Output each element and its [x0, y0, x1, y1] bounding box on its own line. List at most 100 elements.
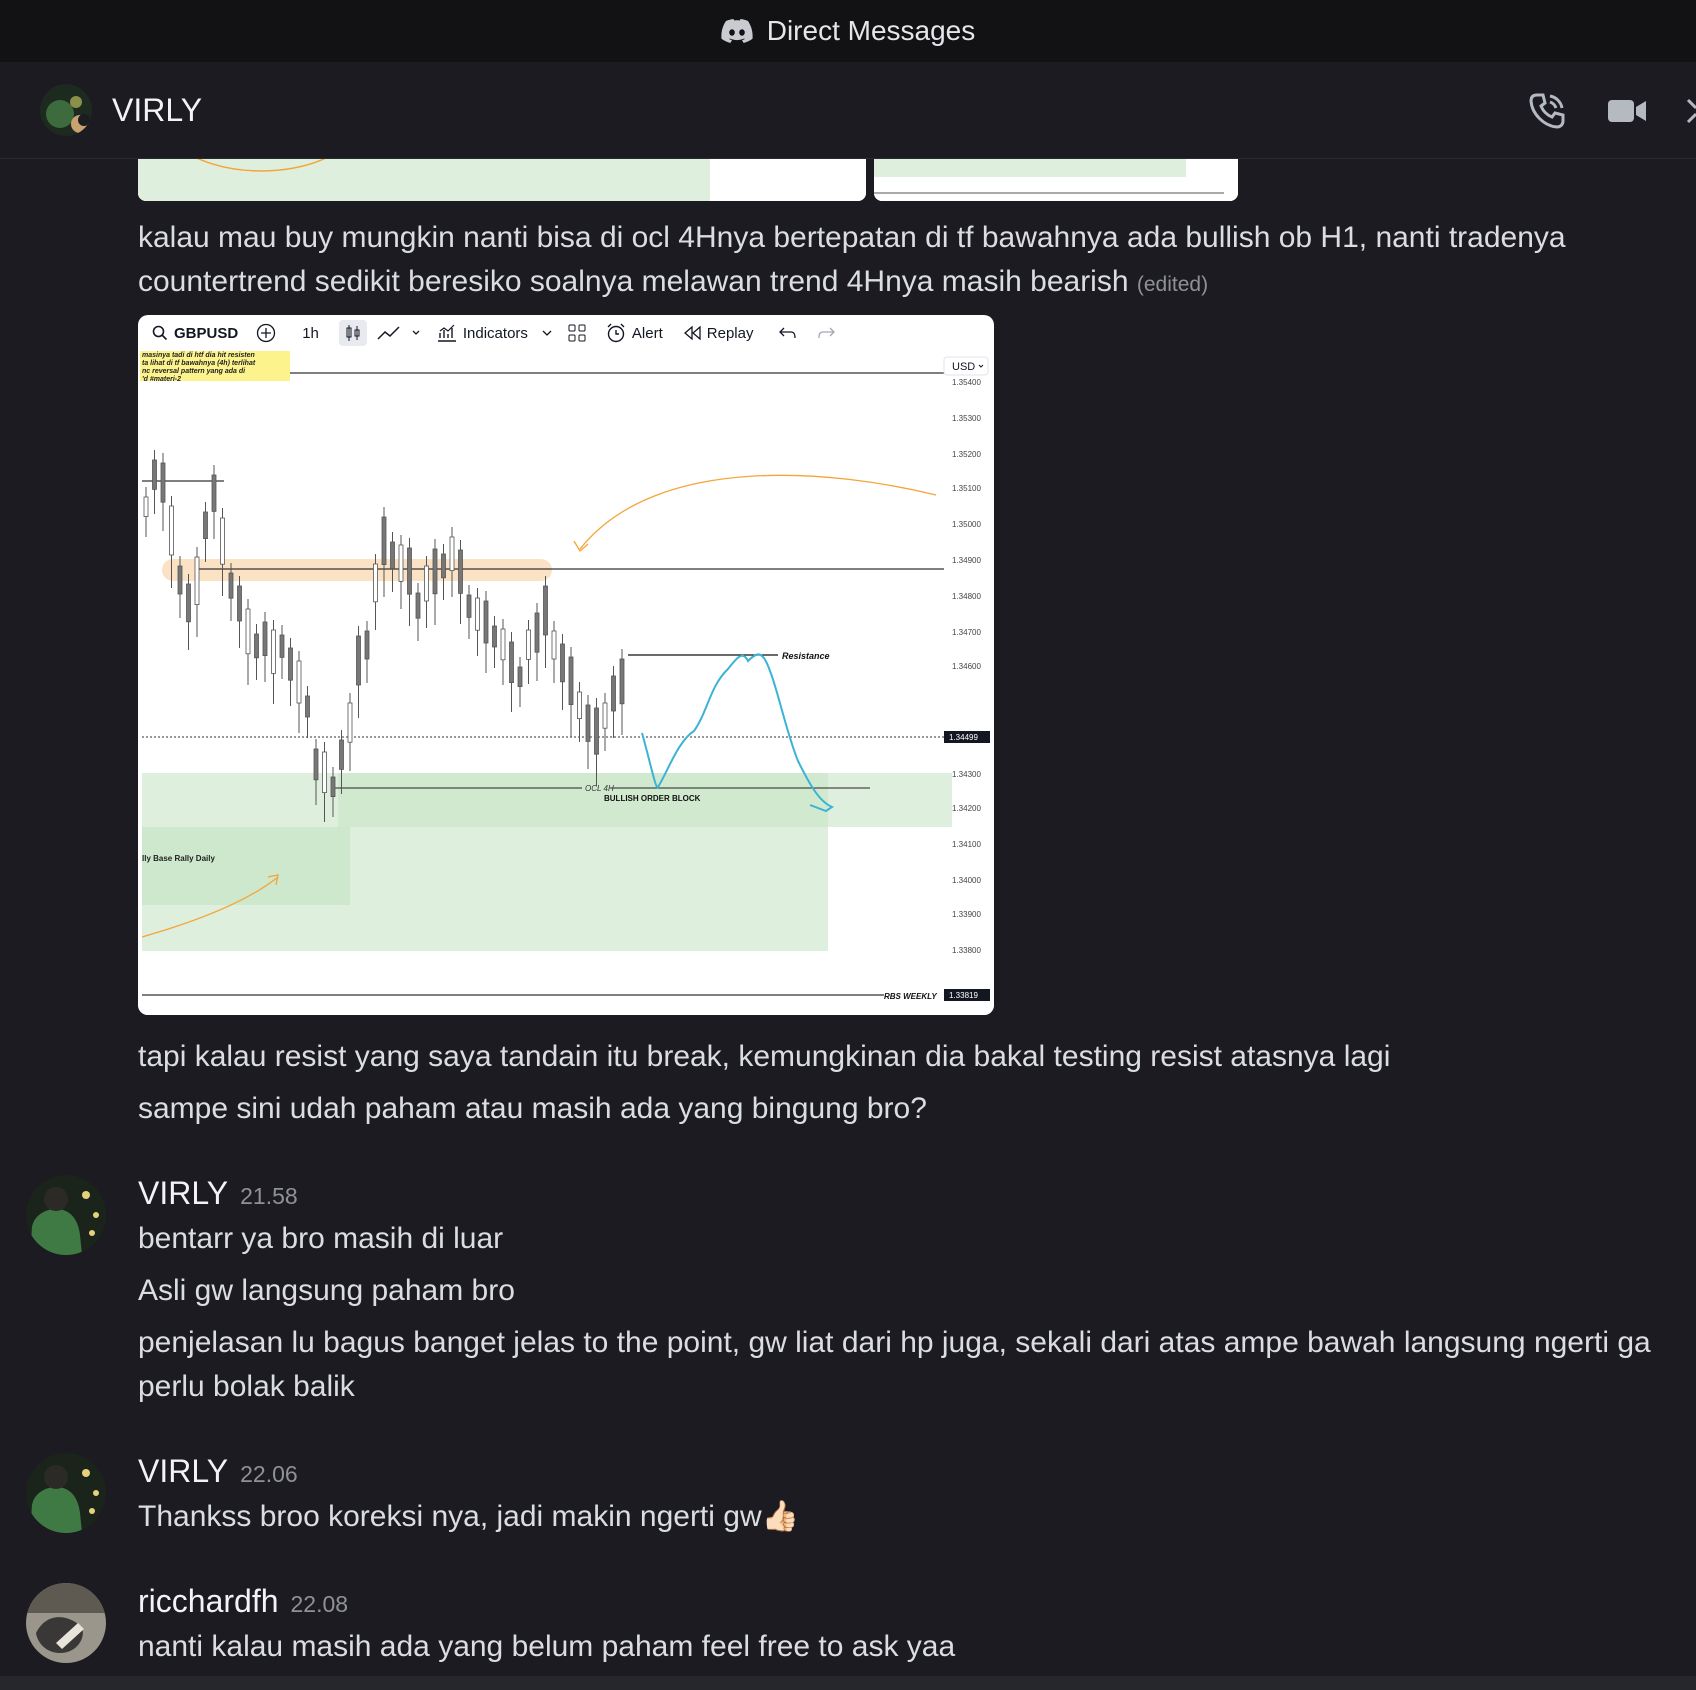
candle-body [619, 658, 625, 705]
candle-body [381, 516, 387, 565]
note-line: 'd #materi-2 [142, 376, 181, 383]
candle-body [364, 630, 370, 660]
candles-icon [338, 320, 367, 346]
candle-body [585, 704, 591, 742]
candle-body [466, 594, 472, 618]
indicators-button: Indicators [437, 324, 552, 342]
image-attachment[interactable] [138, 159, 866, 201]
candle-body [279, 634, 285, 658]
candle-body [186, 583, 191, 623]
candle-body [492, 625, 497, 648]
price-tick-label: 1.35100 [952, 484, 981, 493]
symbol-search: GBPUSD [152, 325, 238, 342]
rbr-label: lly Base Rally Daily [142, 854, 215, 863]
candle-body [390, 541, 395, 570]
candle-body [415, 592, 421, 619]
candle-body [271, 629, 276, 674]
candle-body [160, 462, 166, 503]
candle-body [228, 572, 234, 599]
dm-title: VIRLY [112, 92, 203, 128]
candle-body [203, 511, 208, 540]
message-text: kalau mau buy mungkin nanti bisa di ocl … [138, 216, 1678, 307]
message-text: nanti kalau masih ada yang belum paham f… [138, 1630, 956, 1663]
window-titlebar: Direct Messages [0, 0, 1696, 62]
redo-icon [817, 326, 836, 340]
alert-label: Alert [631, 324, 663, 342]
message-input-edge [0, 1676, 1696, 1690]
interval-label: 1h [302, 324, 319, 342]
replay-button: Replay [683, 324, 754, 342]
discord-icon [721, 19, 753, 43]
note-line: nc reversal pattern yang ada di [142, 368, 246, 375]
resistance-label: Resistance [782, 651, 830, 661]
candle-body [483, 600, 489, 644]
price-chart: Resistance OCL 4H BULLISH ORDER BLOCK ll… [138, 351, 994, 1015]
message-content: kalau mau buy mungkin nanti bisa di ocl … [138, 221, 1566, 298]
message-text: Asli gw langsung paham bro [138, 1274, 515, 1307]
candle-body [143, 496, 149, 518]
candle-body [152, 459, 157, 490]
note-line: masinya tadi di htf dia hit resisten [142, 352, 255, 359]
price-tick-label: 1.34300 [952, 770, 981, 779]
price-tick-label: 1.33900 [952, 910, 981, 919]
message-text: Thankss broo koreksi nya, jadi makin nge… [138, 1500, 799, 1533]
rbs-label: RBS WEEKLY [884, 992, 937, 1001]
symbol-label: GBPUSD [174, 324, 239, 342]
price-tick-label: 1.34900 [952, 556, 981, 565]
avatar[interactable] [26, 1453, 106, 1533]
timestamp: 22.06 [240, 1461, 298, 1487]
phone-call-icon[interactable] [1528, 92, 1566, 130]
candle-body [254, 633, 259, 659]
indicators-label: Indicators [462, 324, 528, 342]
video-call-icon[interactable] [1606, 92, 1648, 130]
price-tick-label: 1.35000 [952, 520, 981, 529]
candle-body [500, 628, 506, 661]
candle-body [424, 565, 429, 602]
search-icon [152, 325, 168, 341]
candle-body [458, 549, 463, 594]
note-line: ta lihat di tf bawahnya (4h) terlihat [142, 360, 256, 367]
chevron-down-icon [542, 330, 552, 336]
currency-selector: USD [952, 361, 975, 373]
candle-body [322, 751, 327, 793]
candle-body [356, 635, 361, 686]
candle-body [526, 629, 531, 660]
message-text: bentarr ya bro masih di luar [138, 1222, 504, 1255]
message-text: penjelasan lu bagus banget jelas to the … [138, 1326, 1651, 1403]
candle-body [594, 707, 599, 755]
candle-body [577, 691, 582, 720]
message-list: kalau mau buy mungkin nanti bisa di ocl … [0, 159, 1696, 1690]
candle-body [373, 563, 378, 603]
author-name[interactable]: ricchardfh [138, 1583, 279, 1619]
candle-body [475, 597, 480, 631]
candle-body [296, 660, 302, 704]
avatar[interactable] [26, 1583, 106, 1663]
candle-body [211, 474, 217, 512]
replay-label: Replay [706, 324, 754, 342]
candle-body [330, 776, 336, 798]
current-price-label: 1.34499 [949, 733, 978, 742]
candle-body [407, 547, 412, 595]
price-tick-label: 1.35400 [952, 378, 981, 387]
avatar[interactable] [26, 1175, 106, 1255]
candle-body [245, 608, 251, 655]
line-tool-icon [377, 325, 421, 341]
avatar[interactable] [40, 84, 92, 136]
message-text: sampe sini udah paham atau masih ada yan… [138, 1092, 927, 1125]
candle-body [237, 585, 242, 622]
add-symbol-icon [256, 323, 276, 343]
author-name[interactable]: VIRLY [138, 1175, 228, 1211]
candle-body [288, 647, 293, 681]
author-name[interactable]: VIRLY [138, 1453, 228, 1489]
candle-body [560, 643, 565, 683]
alarm-clock-icon [607, 323, 625, 343]
price-tick-label: 1.34200 [952, 804, 981, 813]
chart-image-attachment[interactable]: GBPUSD 1h Indicators Alert Replay Resist… [138, 315, 994, 1015]
image-attachment[interactable] [874, 159, 1238, 201]
price-tick-label: 1.34000 [952, 876, 981, 885]
price-tick-label: 1.35300 [952, 414, 981, 423]
message-header: ricchardfh 22.08 [138, 1583, 348, 1620]
pin-icon[interactable] [1686, 92, 1696, 130]
timestamp: 21.58 [240, 1183, 298, 1209]
candle-body [313, 748, 319, 781]
